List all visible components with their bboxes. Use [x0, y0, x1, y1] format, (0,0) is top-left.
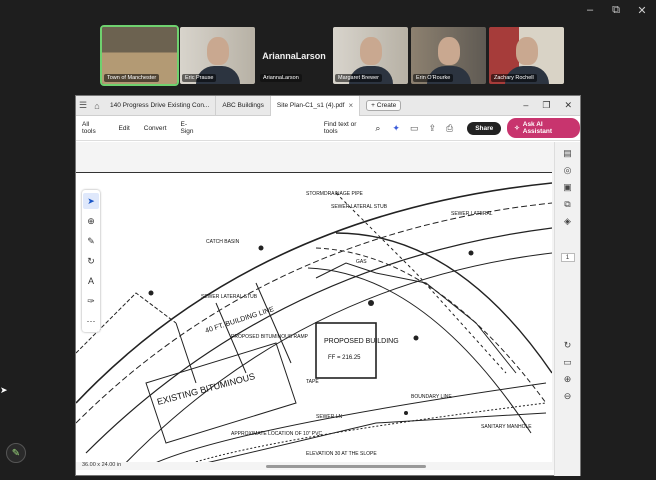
tab-bar: ☰ ⌂ 140 Progress Drive Existing Con... A…: [76, 95, 580, 116]
upload-icon[interactable]: ⇪: [428, 123, 436, 134]
print-icon[interactable]: ⎙: [446, 123, 453, 134]
label-building-line: 40 FT. BUILDING LINE: [204, 306, 275, 335]
label-tape: TAPE: [306, 379, 319, 385]
participant-tile[interactable]: Town of Manchester: [100, 25, 179, 86]
quick-tools: ➤ ⊕ ✎ ↻ A ✑ ⋯: [82, 190, 100, 332]
tab-doc-3[interactable]: Site Plan-C1_s1 (4).pdf ×: [270, 95, 361, 116]
label-boundary: BOUNDARY LINE: [411, 394, 452, 400]
minimize-icon[interactable]: –: [584, 4, 596, 17]
participant-tile[interactable]: AriannaLarson AriannaLarson: [258, 27, 330, 84]
menu-convert[interactable]: Convert: [144, 125, 167, 132]
site-plan-drawing: STORMDRAINAGE PIPE SEWER LATERAL STUB SE…: [76, 182, 552, 470]
participant-name: Margaret Brewer: [335, 74, 382, 82]
zoom-out-icon[interactable]: ⊖: [564, 391, 572, 402]
label-proposed-ramp: PROPOSED BITUMINOUS RAMP: [231, 334, 309, 340]
label-sewer-stub-left: SEWER LATERAL STUB: [201, 294, 258, 300]
label-no-parking: ELEVATION 30 AT THE SLOPE: [306, 451, 377, 457]
participant-name: Eric Prause: [182, 74, 217, 82]
label-catch-basin: CATCH BASIN: [206, 239, 240, 245]
minimize-icon[interactable]: –: [523, 100, 528, 111]
lasso-icon[interactable]: ↻: [83, 253, 99, 269]
right-rail: ▤ ◎ ▣ ⧉ ◈ 1 ↻ ▭ ⊕ ⊖: [554, 142, 580, 476]
acrobat-window: ☰ ⌂ 140 Progress Drive Existing Con... A…: [75, 95, 581, 476]
participant-name: AriannaLarson: [260, 74, 302, 82]
label-sewer-lateral-stub: SEWER LATERAL STUB: [331, 204, 388, 210]
label-ff: FF = 216.25: [328, 355, 361, 361]
site-plan-page: STORMDRAINAGE PIPE SEWER LATERAL STUB SE…: [76, 172, 552, 470]
layers-icon[interactable]: ◈: [564, 216, 571, 227]
document-area[interactable]: ➤ ⊕ ✎ ↻ A ✑ ⋯ STORMDRAINAGE PIPE SEWER L…: [76, 142, 554, 470]
toolbar: All tools Edit Convert E-Sign Find text …: [76, 116, 580, 141]
tab-label: Site Plan-C1_s1 (4).pdf: [276, 102, 345, 109]
restore-icon[interactable]: ⧉: [610, 4, 622, 17]
zoom-icon[interactable]: ⊕: [83, 213, 99, 229]
find-box[interactable]: Find text or tools ⌕: [324, 121, 381, 135]
ai-sparkle-icon[interactable]: ✦: [392, 123, 400, 134]
annotate-pencil-icon[interactable]: ✎: [6, 443, 26, 463]
mouse-cursor-icon: ➤: [0, 385, 8, 395]
participant-name: Zachary Rochell: [491, 74, 537, 82]
meeting-window-controls: – ⧉ ✕: [584, 4, 648, 17]
page-number[interactable]: 1: [560, 253, 575, 262]
save-icon[interactable]: ▭: [563, 357, 572, 368]
screen: – ⧉ ✕ Town of Manchester Eric Prause Ari…: [0, 0, 656, 480]
close-icon[interactable]: ✕: [636, 4, 648, 17]
document-icon[interactable]: ▭: [410, 123, 419, 134]
tab-doc-1[interactable]: 140 Progress Drive Existing Con...: [104, 95, 217, 116]
ask-ai-button[interactable]: ✧ Ask AI Assistant: [507, 118, 580, 138]
search-icon: ⌕: [375, 122, 381, 133]
ai-icon: ✧: [514, 125, 520, 132]
participant-tile[interactable]: Eric Prause: [180, 27, 255, 84]
copy-icon[interactable]: ⧉: [564, 199, 570, 210]
select-cursor-icon[interactable]: ➤: [83, 193, 99, 209]
create-button[interactable]: + Create: [366, 100, 402, 111]
participant-tile[interactable]: Erin O'Rourke: [411, 27, 486, 84]
menu-edit[interactable]: Edit: [119, 125, 130, 132]
ask-ai-label: Ask AI Assistant: [522, 121, 553, 135]
ai-chat-icon[interactable]: ◎: [564, 165, 572, 176]
menu-icon[interactable]: ☰: [76, 100, 90, 111]
participant-strip: Town of Manchester Eric Prause AriannaLa…: [100, 25, 564, 86]
label-existing-bituminous: EXISTING BITUMINOUS: [156, 371, 256, 407]
participant-name: Erin O'Rourke: [413, 74, 454, 82]
label-proposed-building: PROPOSED BUILDING: [324, 338, 399, 345]
zoom-in-icon[interactable]: ⊕: [564, 374, 572, 385]
horizontal-scrollbar[interactable]: [266, 465, 426, 468]
menu-esign[interactable]: E-Sign: [181, 121, 200, 135]
label-stormdrain: STORMDRAINAGE PIPE: [306, 191, 364, 197]
stamp-icon[interactable]: ✑: [83, 293, 99, 309]
participant-big-label: AriannaLarson: [262, 50, 326, 61]
share-button[interactable]: Share: [467, 121, 502, 135]
more-icon[interactable]: ⋯: [83, 313, 99, 329]
label-gas: GAS: [356, 259, 367, 265]
text-icon[interactable]: A: [83, 273, 99, 289]
participant-tile[interactable]: Margaret Brewer: [333, 27, 408, 84]
label-sewer-manhole: SANITARY MANHOLE: [481, 424, 532, 430]
menu-all-tools[interactable]: All tools: [82, 121, 105, 135]
restore-icon[interactable]: ❐: [542, 100, 550, 111]
page-size: 36.00 x 24.00 in: [82, 462, 122, 468]
tab-label: ABC Buildings: [222, 102, 264, 109]
comment-icon[interactable]: ▤: [563, 148, 572, 159]
tab-label: 140 Progress Drive Existing Con...: [110, 102, 210, 109]
participant-tile[interactable]: Zachary Rochell: [489, 27, 564, 84]
export-icon[interactable]: ▣: [563, 182, 572, 193]
label-approx: APPROXIMATE LOCATION OF 10" PVC: [231, 431, 322, 437]
participant-name: Town of Manchester: [104, 74, 160, 82]
label-sewer-lateral: SEWER LATERAL: [451, 211, 493, 217]
home-icon[interactable]: ⌂: [90, 101, 104, 111]
close-tab-icon[interactable]: ×: [348, 101, 353, 110]
tab-doc-2[interactable]: ABC Buildings: [216, 95, 271, 116]
pen-icon[interactable]: ✎: [83, 233, 99, 249]
close-icon[interactable]: ✕: [564, 100, 572, 111]
find-label: Find text or tools: [323, 121, 357, 135]
refresh-icon[interactable]: ↻: [564, 340, 572, 351]
label-sewer-ln: SEWER LN: [316, 414, 343, 420]
